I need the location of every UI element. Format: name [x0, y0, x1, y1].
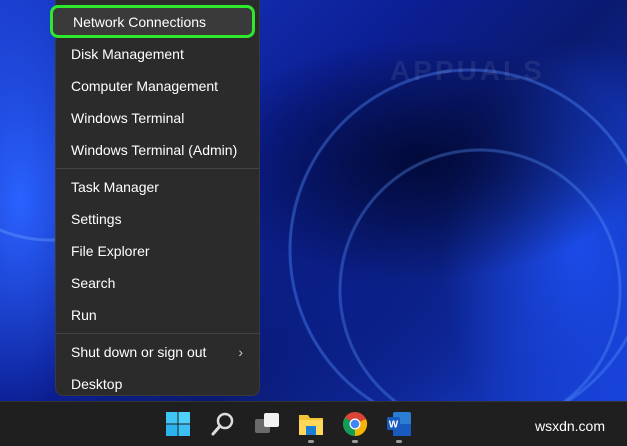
menu-item-windows-terminal[interactable]: Windows Terminal [56, 102, 259, 134]
menu-item-label: Search [71, 275, 116, 291]
menu-item-network-connections[interactable]: Network Connections [50, 5, 255, 38]
menu-item-settings[interactable]: Settings [56, 203, 259, 235]
task-view-icon[interactable] [254, 411, 280, 437]
search-icon[interactable] [210, 411, 236, 437]
menu-item-windows-terminal-admin[interactable]: Windows Terminal (Admin) [56, 134, 259, 166]
svg-text:W: W [389, 420, 399, 431]
file-explorer-icon[interactable] [298, 411, 324, 437]
menu-item-label: File Explorer [71, 243, 150, 259]
menu-item-search[interactable]: Search [56, 267, 259, 299]
menu-item-label: Run [71, 307, 97, 323]
menu-item-computer-management[interactable]: Computer Management [56, 70, 259, 102]
menu-item-label: Shut down or sign out [71, 344, 207, 360]
menu-item-file-explorer[interactable]: File Explorer [56, 235, 259, 267]
menu-item-desktop[interactable]: Desktop [56, 368, 259, 400]
menu-item-label: Windows Terminal [71, 110, 185, 126]
word-icon[interactable]: W [386, 411, 412, 437]
menu-item-label: Task Manager [71, 179, 159, 195]
quick-link-menu: Network Connections Disk Management Comp… [50, 0, 260, 396]
menu-divider [56, 333, 259, 334]
chrome-icon[interactable] [342, 411, 368, 437]
menu-item-shut-down[interactable]: Shut down or sign out › [56, 336, 259, 368]
menu-item-label: Disk Management [71, 46, 184, 62]
menu-item-run[interactable]: Run [56, 299, 259, 331]
menu-divider [56, 168, 259, 169]
windows-start-icon[interactable] [165, 411, 191, 437]
menu-item-label: Computer Management [71, 78, 219, 94]
menu-item-disk-management[interactable]: Disk Management [56, 38, 259, 70]
taskbar: W wsxdn.com [0, 401, 627, 446]
menu-item-label: Desktop [71, 376, 123, 392]
chevron-right-icon: › [238, 344, 243, 360]
site-label: wsxdn.com [534, 418, 605, 434]
menu-item-label: Windows Terminal (Admin) [71, 142, 238, 158]
menu-item-label: Settings [71, 211, 122, 227]
menu-item-label: Network Connections [73, 13, 207, 30]
running-indicator [352, 440, 358, 443]
running-indicator [308, 440, 314, 443]
running-indicator [396, 440, 402, 443]
watermark-logo: APPUALS [390, 55, 545, 86]
menu-item-task-manager[interactable]: Task Manager [56, 171, 259, 203]
